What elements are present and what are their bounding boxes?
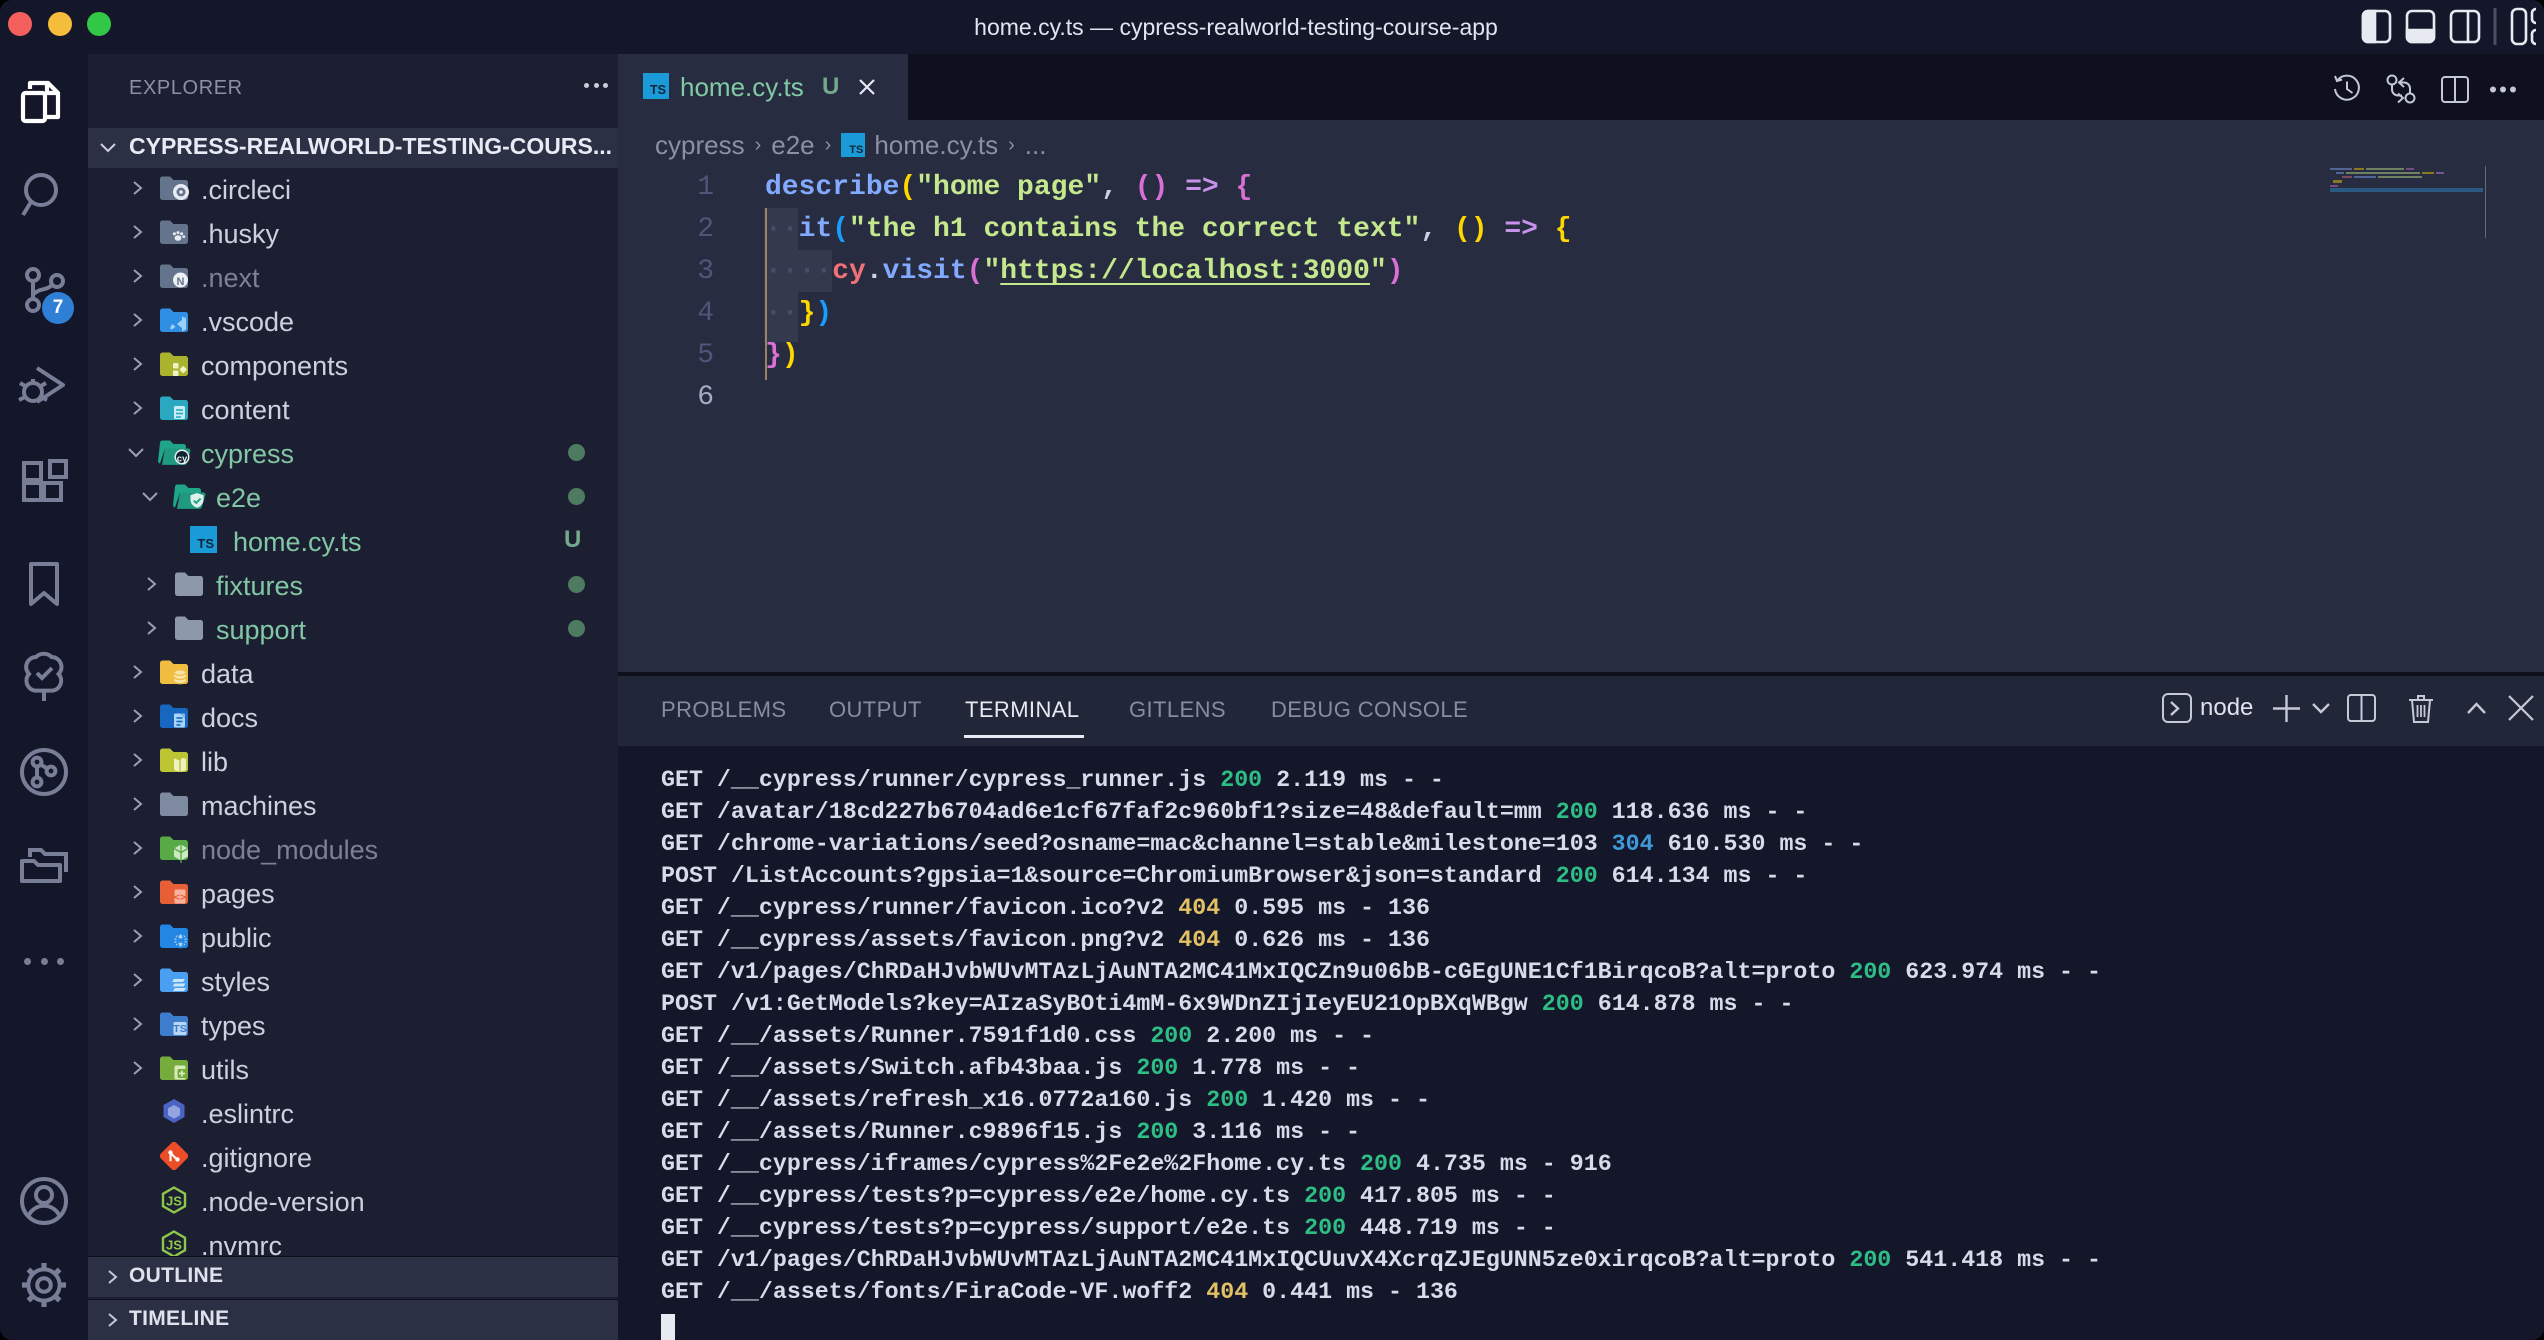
svg-text:TS: TS — [173, 1023, 186, 1035]
svg-text:JS: JS — [166, 1194, 182, 1209]
svg-text:<>: <> — [174, 894, 186, 905]
svg-text:cy: cy — [177, 454, 188, 465]
svg-text:JS: JS — [166, 1238, 182, 1253]
svg-text:N: N — [177, 276, 185, 288]
